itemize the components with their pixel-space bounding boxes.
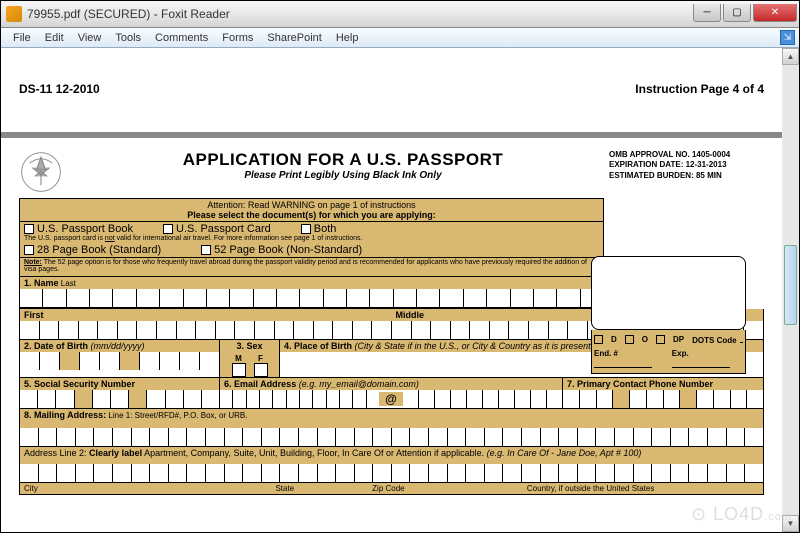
mailing-line2-cells[interactable] <box>20 464 763 482</box>
omb-expiration: EXPIRATION DATE: 12-31-2013 <box>609 160 764 170</box>
menu-edit[interactable]: Edit <box>38 30 71 46</box>
label-exp: Exp. <box>672 349 689 358</box>
photo-staple-area: D O DP DOTS Code End. # Exp. <box>591 256 746 374</box>
at-symbol: @ <box>379 392 403 406</box>
select-prompt: Please select the document(s) for which … <box>21 210 602 220</box>
page-form: APPLICATION FOR A U.S. PASSPORT Please P… <box>1 138 782 532</box>
sec5-label: 5. Social Security Number <box>24 379 135 389</box>
menubar: File Edit View Tools Comments Forms Shar… <box>1 28 799 48</box>
city-label: City <box>24 484 275 493</box>
omb-burden: ESTIMATED BURDEN: 85 MIN <box>609 171 764 181</box>
country-label: Country, if outside the United States <box>527 484 759 493</box>
zip-label: Zip Code <box>372 484 527 493</box>
window-controls: ─ ▢ ✕ <box>691 4 797 24</box>
sex-m[interactable]: M <box>232 354 246 377</box>
dots-code-field[interactable] <box>740 333 743 343</box>
label-end: End. # <box>594 349 618 358</box>
form-id: DS-11 12-2010 <box>19 82 100 122</box>
page-indicator: Instruction Page 4 of 4 <box>635 82 764 122</box>
minimize-button[interactable]: ─ <box>693 4 721 22</box>
dob-cells[interactable] <box>20 352 219 370</box>
sec8-label: 8. Mailing Address: <box>24 410 106 420</box>
maximize-button[interactable]: ▢ <box>723 4 751 22</box>
photo-box[interactable] <box>591 256 746 330</box>
attention-text: Attention: Read WARNING on page 1 of ins… <box>21 200 602 210</box>
option-both[interactable]: Both <box>301 223 337 235</box>
sex-f[interactable]: F <box>254 354 268 377</box>
document-content[interactable]: DS-11 12-2010 Instruction Page 4 of 4 AP… <box>1 48 782 532</box>
sec6-label: 6. Email Address <box>224 379 296 389</box>
omb-info: OMB APPROVAL NO. 1405-0004 EXPIRATION DA… <box>609 150 764 181</box>
phone-cells[interactable] <box>563 390 763 408</box>
label-d: D <box>611 335 617 344</box>
omb-approval: OMB APPROVAL NO. 1405-0004 <box>609 150 764 160</box>
card-note: The U.S. passport card is not valid for … <box>20 235 603 243</box>
option-passport-book[interactable]: U.S. Passport Book <box>24 223 133 235</box>
form-title: APPLICATION FOR A U.S. PASSPORT <box>77 150 609 170</box>
page-note: Note: The 52 page option is for those wh… <box>20 258 603 277</box>
restore-icon[interactable]: ⇲ <box>780 30 795 45</box>
menu-view[interactable]: View <box>71 30 109 46</box>
menu-help[interactable]: Help <box>329 30 366 46</box>
addr2-label: Address Line 2: <box>24 448 89 458</box>
end-field[interactable] <box>594 358 652 368</box>
state-label: State <box>275 484 372 493</box>
menu-sharepoint[interactable]: SharePoint <box>260 30 328 46</box>
scroll-up-icon[interactable]: ▲ <box>782 48 799 65</box>
ssn-cells[interactable] <box>20 390 219 408</box>
menu-forms[interactable]: Forms <box>215 30 260 46</box>
close-button[interactable]: ✕ <box>753 4 797 22</box>
window-title: 79955.pdf (SECURED) - Foxit Reader <box>27 7 691 21</box>
vertical-scrollbar[interactable]: ▲ ▼ <box>782 48 799 532</box>
menu-file[interactable]: File <box>6 30 38 46</box>
middle-label: Middle <box>396 310 425 320</box>
page-previous: DS-11 12-2010 Instruction Page 4 of 4 <box>1 48 782 132</box>
option-52page[interactable]: 52 Page Book (Non-Standard) <box>201 244 362 256</box>
mailing-line1-cells[interactable] <box>20 428 763 446</box>
us-seal-icon <box>19 150 63 194</box>
email-field[interactable]: @ <box>220 390 562 408</box>
sec1-label: 1. Name <box>24 278 59 288</box>
application-window: 79955.pdf (SECURED) - Foxit Reader ─ ▢ ✕… <box>0 0 800 533</box>
exp-field[interactable] <box>672 358 730 368</box>
first-label: First <box>24 310 44 320</box>
form-subtitle: Please Print Legibly Using Black Ink Onl… <box>77 170 609 181</box>
scroll-track[interactable] <box>782 65 799 515</box>
sec3-label: 3. Sex <box>236 341 262 351</box>
city-state-zip-row: City State Zip Code Country, if outside … <box>20 483 763 494</box>
check-o[interactable] <box>625 335 634 344</box>
sec4-label: 4. Place of Birth <box>284 341 352 351</box>
label-dots: DOTS Code <box>692 336 736 345</box>
attention-bar: Attention: Read WARNING on page 1 of ins… <box>20 199 603 222</box>
app-icon <box>6 6 22 22</box>
label-dp: DP <box>673 335 684 344</box>
option-passport-card[interactable]: U.S. Passport Card <box>163 223 271 235</box>
name-last-cells[interactable] <box>20 289 603 307</box>
label-o: O <box>642 335 648 344</box>
option-28page[interactable]: 28 Page Book (Standard) <box>24 244 161 256</box>
sec2-label: 2. Date of Birth <box>24 341 88 351</box>
scroll-down-icon[interactable]: ▼ <box>782 515 799 532</box>
titlebar[interactable]: 79955.pdf (SECURED) - Foxit Reader ─ ▢ ✕ <box>1 1 799 28</box>
scroll-thumb[interactable] <box>784 245 797 325</box>
menu-tools[interactable]: Tools <box>108 30 148 46</box>
sec7-label: 7. Primary Contact Phone Number <box>567 379 713 389</box>
check-dp[interactable] <box>656 335 665 344</box>
document-viewport: DS-11 12-2010 Instruction Page 4 of 4 AP… <box>1 48 799 532</box>
check-d[interactable] <box>594 335 603 344</box>
menu-comments[interactable]: Comments <box>148 30 215 46</box>
